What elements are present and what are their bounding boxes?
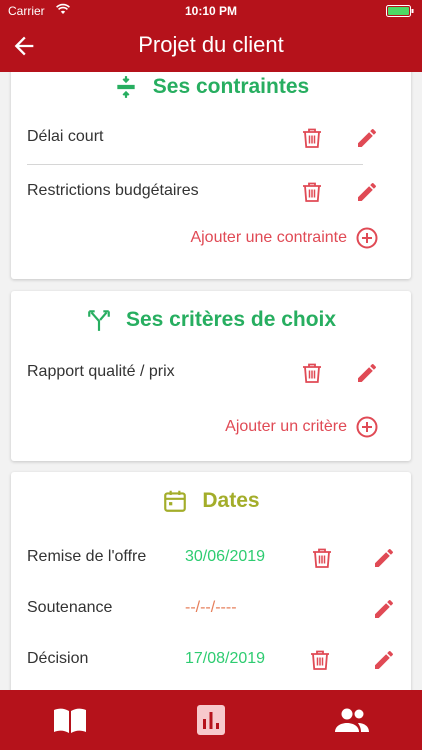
constraints-card: Ses contraintes Délai court Restrictions… xyxy=(11,72,411,279)
merge-arrows-icon xyxy=(88,310,110,331)
trash-icon[interactable] xyxy=(308,648,332,672)
date-row-decision: Décision 17/08/2019 xyxy=(27,640,395,680)
dates-card: Dates Remise de l'offre 30/06/2019 Soute… xyxy=(11,472,411,690)
bottom-tab-bar xyxy=(0,690,422,750)
page-title: Projet du client xyxy=(138,32,284,57)
date-value[interactable]: 17/08/2019 xyxy=(185,650,265,668)
circle-plus-icon xyxy=(356,416,378,438)
add-constraint-button[interactable]: Ajouter une contrainte xyxy=(190,226,379,250)
pencil-icon[interactable] xyxy=(355,126,379,150)
add-constraint-label: Ajouter une contrainte xyxy=(190,229,347,246)
trash-icon[interactable] xyxy=(300,361,324,385)
status-time: 10:10 PM xyxy=(184,4,238,18)
row-divider xyxy=(27,164,363,165)
date-label: Soutenance xyxy=(27,599,113,616)
pencil-icon[interactable] xyxy=(372,597,396,621)
status-bar: Carrier 10:10 PM xyxy=(0,0,422,22)
pencil-icon[interactable] xyxy=(355,180,379,204)
add-criterion-button[interactable]: Ajouter un critère xyxy=(225,415,379,439)
people-icon[interactable] xyxy=(334,704,370,736)
pencil-icon[interactable] xyxy=(372,546,396,570)
trash-icon[interactable] xyxy=(300,180,324,204)
dates-card-title: Dates xyxy=(11,488,411,514)
date-row-offre: Remise de l'offre 30/06/2019 xyxy=(27,538,395,578)
constraints-card-title: Ses contraintes xyxy=(11,74,411,100)
criteria-card: Ses critères de choix Rapport qualité / … xyxy=(11,291,411,461)
dates-title-text: Dates xyxy=(202,489,260,512)
constraint-label: Délai court xyxy=(27,128,104,145)
battery-icon xyxy=(386,5,414,17)
add-criterion-label: Ajouter un critère xyxy=(225,418,347,435)
constraints-title-text: Ses contraintes xyxy=(152,75,310,98)
date-value[interactable]: 30/06/2019 xyxy=(185,548,265,566)
date-value[interactable]: --/--/---- xyxy=(185,599,237,617)
criteria-title-text: Ses critères de choix xyxy=(125,308,337,331)
content-scroll[interactable]: Ses contraintes Délai court Restrictions… xyxy=(0,72,422,690)
circle-plus-icon xyxy=(356,227,378,249)
app-header: Carrier 10:10 PM Projet du client xyxy=(0,0,422,72)
criterion-row: Rapport qualité / prix xyxy=(27,353,395,393)
book-icon[interactable] xyxy=(52,704,88,736)
constraint-row: Restrictions budgétaires xyxy=(27,172,395,212)
constraint-label: Restrictions budgétaires xyxy=(27,182,199,199)
bar-chart-icon[interactable] xyxy=(193,704,229,736)
date-label: Décision xyxy=(27,650,89,667)
constraint-row: Délai court xyxy=(27,118,395,158)
pencil-icon[interactable] xyxy=(355,361,379,385)
trash-icon[interactable] xyxy=(300,126,324,150)
trash-icon[interactable] xyxy=(310,546,334,570)
date-label: Remise de l'offre xyxy=(27,548,147,565)
pencil-icon[interactable] xyxy=(372,648,396,672)
compress-icon xyxy=(117,76,135,98)
date-row-soutenance: Soutenance --/--/---- xyxy=(27,589,395,629)
criterion-label: Rapport qualité / prix xyxy=(27,363,175,380)
criteria-card-title: Ses critères de choix xyxy=(11,307,411,333)
calendar-icon xyxy=(164,490,187,512)
